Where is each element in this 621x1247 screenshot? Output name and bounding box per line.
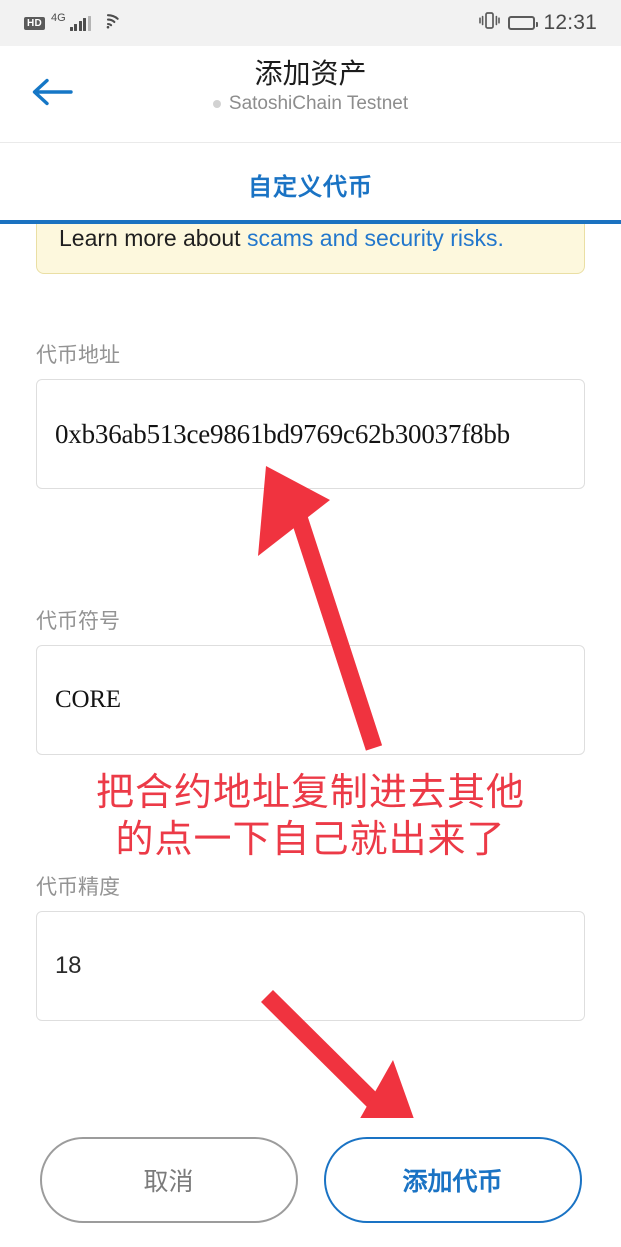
token-decimals-value: 18 [55, 952, 82, 979]
cancel-button[interactable]: 取消 [39, 1137, 298, 1223]
field-label-token-decimals: 代币精度 [36, 876, 120, 899]
status-bar-left: HD 4G [24, 12, 119, 34]
annotation-text: 把合约地址复制进去其他 的点一下自己就出来了 [95, 772, 525, 861]
scams-security-link[interactable]: scams and security risks. [247, 225, 504, 251]
field-label-token-symbol: 代币符号 [36, 610, 120, 633]
clock-label: 12:31 [543, 11, 597, 34]
token-symbol-value: CORE [55, 686, 121, 713]
network-name-label: SatoshiChain Testnet [228, 93, 409, 115]
tab-bar: 自定义代币 [0, 147, 621, 222]
vibrate-icon [479, 11, 501, 35]
hd-icon: HD [24, 16, 46, 30]
footer-actions: 取消 添加代币 [0, 1118, 621, 1242]
page-title: 添加资产 [254, 58, 367, 89]
token-address-input[interactable]: 0xb36ab513ce9861bd9769c62b30037f8bb [36, 379, 585, 489]
app-header: 添加资产 SatoshiChain Testnet [0, 46, 621, 143]
status-bar-right: 12:31 [479, 11, 597, 35]
add-token-button[interactable]: 添加代币 [323, 1137, 582, 1223]
status-bar: HD 4G 12:31 [0, 0, 621, 46]
network-dot-icon [212, 100, 221, 109]
header-titles: 添加资产 SatoshiChain Testnet [0, 56, 621, 115]
field-token-decimals: 代币精度 18 [36, 871, 585, 1021]
warning-text-lead: Learn more about [59, 225, 247, 251]
battery-icon [508, 16, 539, 30]
field-token-address: 代币地址 0xb36ab513ce9861bd9769c62b30037f8bb [36, 339, 585, 489]
scam-warning-text: Learn more about scams and security risk… [59, 224, 562, 255]
network-indicator: SatoshiChain Testnet [0, 93, 621, 115]
signal-bars-icon [69, 15, 91, 31]
wifi-icon [97, 12, 119, 34]
token-decimals-input[interactable]: 18 [36, 911, 585, 1021]
form-scroll-area[interactable]: Learn more about scams and security risk… [0, 224, 621, 1118]
field-token-symbol: 代币符号 CORE [36, 605, 585, 755]
network-type-label: 4G [51, 12, 66, 24]
tab-custom-token[interactable]: 自定义代币 [248, 167, 373, 202]
token-address-value: 0xb36ab513ce9861bd9769c62b30037f8bb [55, 418, 510, 449]
scam-warning-banner: Learn more about scams and security risk… [36, 224, 585, 274]
token-symbol-input[interactable]: CORE [36, 645, 585, 755]
field-label-token-address: 代币地址 [36, 344, 120, 367]
